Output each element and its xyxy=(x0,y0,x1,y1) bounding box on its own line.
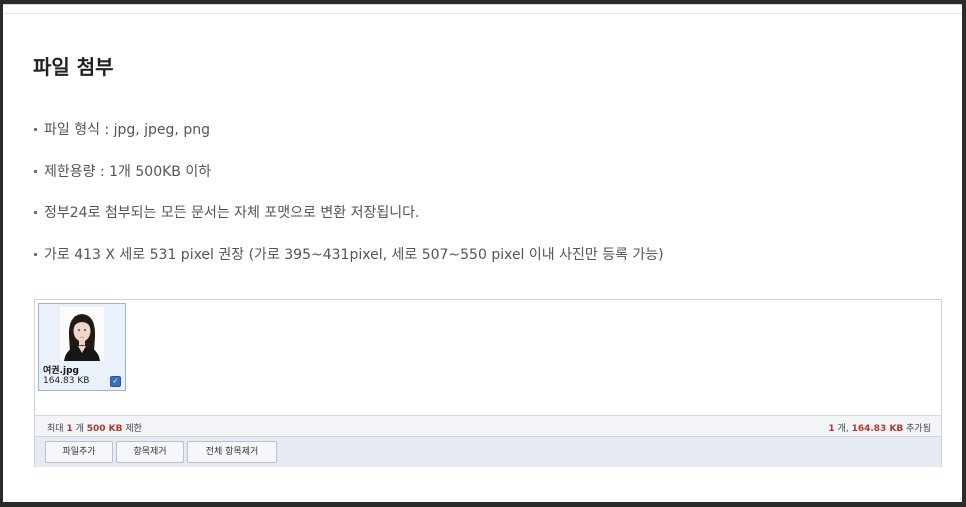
limit-suffix: 제한 xyxy=(125,424,142,434)
limit-prefix: 최대 xyxy=(47,424,64,434)
limit-size: 500 KB xyxy=(86,424,123,434)
checkbox-checked-icon[interactable]: ✓ xyxy=(110,376,121,387)
add-file-button[interactable]: 파일추가 xyxy=(45,441,113,463)
top-divider xyxy=(3,13,962,14)
added-size: 164.83 KB xyxy=(851,424,904,434)
limit-count: 1 xyxy=(66,424,73,434)
file-attach-panel: 파일 첨부 파일 형식 : jpg, jpeg, png 제한용량 : 1개 5… xyxy=(3,4,962,502)
requirement-pixel-size: 가로 413 X 세로 531 pixel 권장 (가로 395~431pixe… xyxy=(34,244,664,286)
passport-photo xyxy=(60,307,104,361)
limit-count-unit: 개 xyxy=(75,424,84,434)
upload-limit-text: 최대 1 개 500 KB 제한 xyxy=(47,421,142,434)
uploader-button-bar: 파일추가 항목제거 전체 항목제거 xyxy=(35,436,941,467)
requirement-size-limit: 제한용량 : 1개 500KB 이하 xyxy=(34,161,664,203)
requirement-file-format: 파일 형식 : jpg, jpeg, png xyxy=(34,119,664,161)
remove-item-button[interactable]: 항목제거 xyxy=(116,441,184,463)
added-count: 1 xyxy=(828,424,835,434)
upload-added-text: 1 개, 164.83 KB 추가됨 xyxy=(828,421,931,434)
file-uploader: 여권.jpg 164.83 KB ✓ 최대 1 개 500 KB 제한 1 개,… xyxy=(34,299,942,467)
file-thumbnail[interactable]: 여권.jpg 164.83 KB ✓ xyxy=(38,303,126,391)
file-name: 여권.jpg xyxy=(43,366,79,376)
requirement-format-conversion: 정부24로 첨부되는 모든 문서는 자체 포맷으로 변환 저장됩니다. xyxy=(34,202,664,244)
added-count-unit: 개, xyxy=(837,424,849,434)
upload-status-bar: 최대 1 개 500 KB 제한 1 개, 164.83 KB 추가됨 xyxy=(35,415,941,436)
remove-all-items-button[interactable]: 전체 항목제거 xyxy=(187,441,277,463)
page-title: 파일 첨부 xyxy=(33,55,114,79)
added-suffix: 추가됨 xyxy=(906,424,931,434)
requirements-list: 파일 형식 : jpg, jpeg, png 제한용량 : 1개 500KB 이… xyxy=(34,119,664,285)
file-size: 164.83 KB xyxy=(43,376,90,386)
